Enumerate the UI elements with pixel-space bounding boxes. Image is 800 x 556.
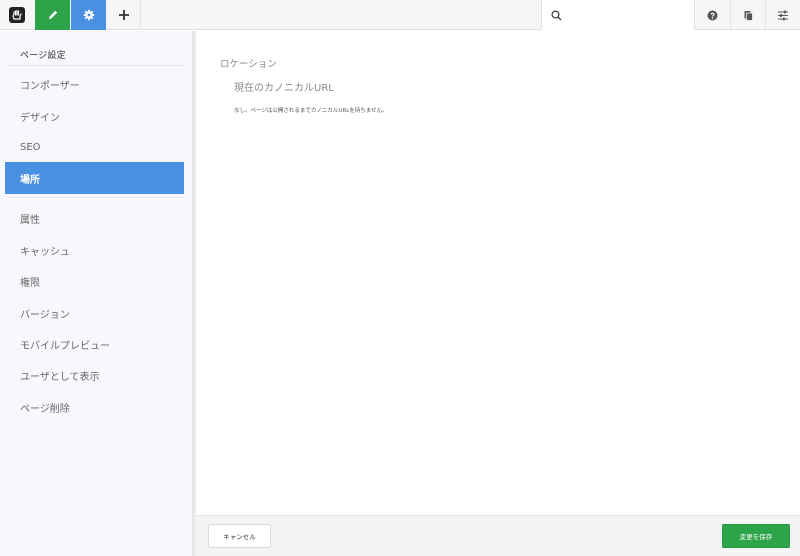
plus-icon xyxy=(118,10,129,20)
section-title: ロケーション xyxy=(220,59,277,70)
search-icon xyxy=(551,9,562,20)
top-toolbar xyxy=(0,0,800,30)
edit-mode-button[interactable] xyxy=(35,0,70,30)
help-button[interactable] xyxy=(695,0,730,30)
sidebar-item-attributes[interactable]: 属性 xyxy=(5,202,184,234)
sidebar-title: ページ設定 xyxy=(20,51,66,61)
search-box[interactable] xyxy=(541,0,695,30)
cancel-button[interactable]: キャンセル xyxy=(208,524,271,548)
canonical-url-note: なし。ページは公開されるまでカノニカルURLを持ちません。 xyxy=(234,108,388,114)
add-block-button[interactable] xyxy=(107,0,141,30)
sitemap-button[interactable] xyxy=(730,0,765,30)
panel-footer: キャンセル 変更を保存 xyxy=(196,515,800,556)
sidebar-item-permissions[interactable]: 権限 xyxy=(5,265,184,297)
page-settings-button[interactable] xyxy=(71,0,106,30)
copy-pages-icon xyxy=(744,10,753,21)
location-panel: ロケーション 現在のカノニカルURL なし。ページは公開されるまでカノニカルUR… xyxy=(196,31,800,515)
gear-icon xyxy=(83,9,94,21)
sidebar-divider-top xyxy=(8,65,184,66)
canonical-url-label: 現在のカノニカルURL xyxy=(234,83,334,94)
dashboard-panel-button[interactable] xyxy=(765,0,800,30)
sliders-icon xyxy=(778,10,788,20)
sidebar-item-mobile-preview[interactable]: モバイルプレビュー xyxy=(5,328,184,360)
sidebar-item-delete-page[interactable]: ページ削除 xyxy=(5,391,184,423)
sidebar-item-composer[interactable]: コンポーザー xyxy=(5,68,184,100)
sidebar-item-seo[interactable]: SEO xyxy=(5,131,184,163)
sidebar-item-cache[interactable]: キャッシュ xyxy=(5,234,184,266)
sidebar-item-view-as-user[interactable]: ユーザとして表示 xyxy=(5,359,184,391)
sidebar-item-location[interactable]: 場所 xyxy=(5,162,184,194)
pencil-icon xyxy=(48,10,57,19)
sidebar-divider-middle xyxy=(8,197,184,198)
sidebar-item-versions[interactable]: バージョン xyxy=(5,297,184,329)
concrete-logo-icon xyxy=(9,7,25,23)
save-changes-button[interactable]: 変更を保存 xyxy=(722,524,790,548)
question-circle-icon xyxy=(707,10,718,20)
logo-button[interactable] xyxy=(0,0,34,30)
sidebar-item-design[interactable]: デザイン xyxy=(5,100,184,132)
search-input[interactable] xyxy=(568,5,688,25)
